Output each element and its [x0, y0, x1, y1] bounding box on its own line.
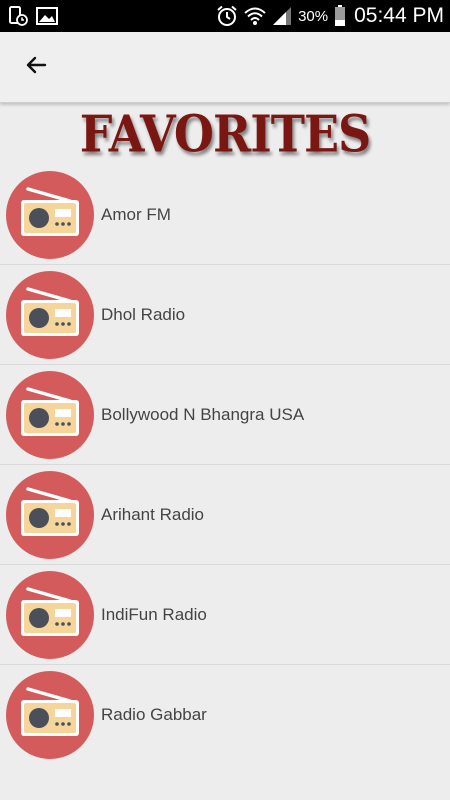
radio-icon: [6, 470, 94, 559]
station-name: Radio Gabbar: [101, 705, 207, 724]
page-title-container: FAVORITES: [0, 103, 450, 165]
radio-icon: [6, 270, 94, 359]
status-bar: 30% 05:44 PM: [0, 0, 450, 32]
radio-icon: [6, 170, 94, 259]
list-item[interactable]: Bollywood N Bhangra USA: [0, 365, 450, 465]
station-name: Amor FM: [101, 204, 171, 224]
signal-icon: [272, 6, 292, 26]
list-item[interactable]: Arihant Radio: [0, 465, 450, 565]
list-item[interactable]: Amor FM: [0, 165, 450, 265]
notification-phone-icon: [8, 6, 28, 26]
favorites-list: Amor FM Dhol Radio Bollywood N Bhangra U…: [0, 165, 450, 765]
page-title: FAVORITES: [79, 104, 372, 164]
list-item[interactable]: Radio Gabbar: [0, 665, 450, 765]
arrow-left-icon: [24, 53, 48, 82]
station-name: Arihant Radio: [101, 504, 205, 524]
radio-icon: [6, 570, 94, 659]
wifi-icon: [244, 6, 266, 26]
app-bar: [0, 32, 450, 103]
station-name: Bollywood N Bhangra USA: [101, 404, 305, 424]
battery-icon: [334, 5, 346, 27]
list-item[interactable]: Dhol Radio: [0, 265, 450, 365]
back-button[interactable]: [8, 39, 64, 95]
alarm-icon: [216, 5, 238, 27]
clock: 05:44 PM: [354, 4, 444, 27]
battery-percent: 30%: [298, 7, 329, 25]
radio-icon: [6, 671, 94, 759]
list-item[interactable]: IndiFun Radio: [0, 565, 450, 665]
station-name: IndiFun Radio: [101, 604, 207, 624]
image-icon: [36, 7, 58, 25]
radio-icon: [6, 370, 94, 459]
station-name: Dhol Radio: [101, 304, 186, 324]
